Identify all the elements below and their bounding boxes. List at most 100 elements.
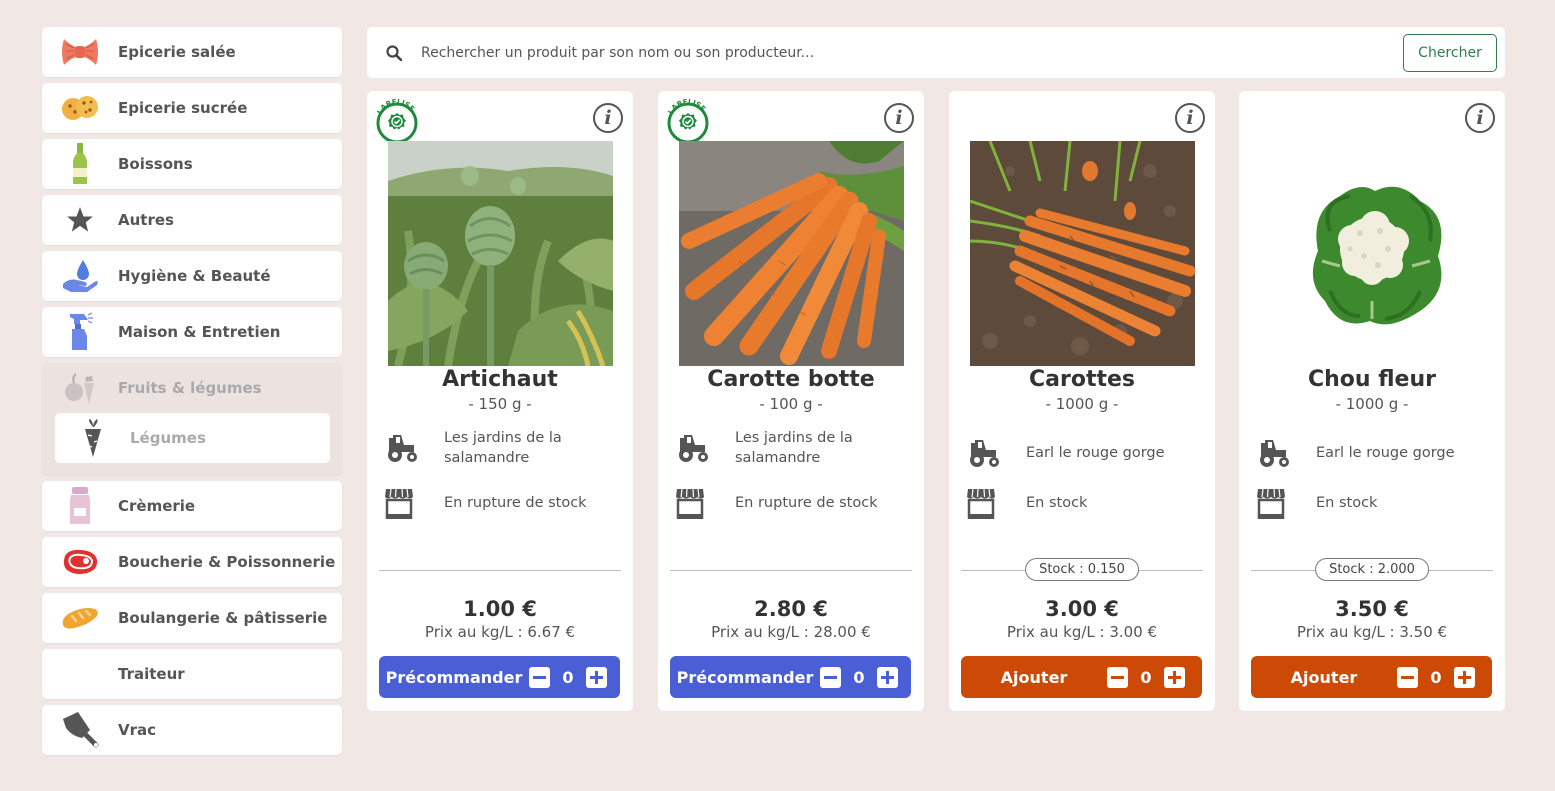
product-name: Chou fleur — [1308, 367, 1436, 392]
category-vrac[interactable]: Vrac — [42, 705, 342, 755]
category-maison-entretien[interactable]: Maison & Entretien — [42, 307, 342, 357]
producer-row: Les jardins de la salamandre — [384, 428, 614, 468]
preorder-bar: Précommander 0 — [379, 656, 620, 698]
decrease-quantity-button[interactable] — [1397, 666, 1418, 688]
product-weight: - 1000 g - — [1045, 395, 1119, 413]
labelise-badge-icon: LABELISE — [664, 95, 712, 147]
preorder-button[interactable]: Précommander — [670, 668, 820, 687]
product-price: 3.50 € — [1335, 597, 1409, 621]
stock-status: En stock — [1316, 495, 1378, 511]
category-autres[interactable]: Autres — [42, 195, 342, 245]
product-name: Carotte botte — [707, 367, 875, 392]
product-image — [388, 141, 613, 366]
decrease-quantity-button[interactable] — [1107, 666, 1128, 688]
category-label: Boulangerie & pâtisserie — [118, 609, 328, 627]
product-price: 1.00 € — [463, 597, 537, 621]
category-label: Traiteur — [118, 665, 185, 683]
subcategory-label: Légumes — [130, 429, 206, 447]
shop-icon — [966, 487, 1026, 519]
price-per-kg: Prix au kg/L : 3.50 € — [1296, 623, 1448, 641]
category-fruits-legumes-header[interactable]: Fruits & légumes — [42, 363, 342, 413]
shop-icon — [384, 487, 444, 519]
price-per-kg: Prix au kg/L : 28.00 € — [711, 623, 871, 641]
stock-quantity-badge: Stock : 2.000 — [1315, 558, 1429, 581]
quantity-value: 0 — [1140, 667, 1152, 687]
category-epicerie-sucree[interactable]: Epicerie sucrée — [42, 83, 342, 133]
tractor-icon — [966, 438, 1026, 468]
star-icon — [42, 206, 118, 234]
product-card: LABELISE i Carotte botte - 100 g - Les j… — [658, 91, 924, 711]
increase-quantity-button[interactable] — [586, 666, 607, 688]
product-image — [679, 141, 904, 366]
preorder-button[interactable]: Précommander — [379, 668, 529, 687]
increase-quantity-button[interactable] — [1164, 666, 1185, 688]
category-sidebar: Epicerie salée Epicerie sucrée Boissons — [42, 27, 342, 761]
increase-quantity-button[interactable] — [1454, 666, 1475, 688]
shop-icon — [1256, 487, 1316, 519]
minus-icon — [1401, 675, 1414, 679]
category-label: Boucherie & Poissonnerie — [118, 553, 336, 571]
category-traiteur[interactable]: Traiteur — [42, 649, 342, 699]
product-weight: - 1000 g - — [1335, 395, 1409, 413]
product-card: i Carottes - 1000 g - Earl le rouge gorg… — [949, 91, 1215, 711]
add-to-cart-bar: Ajouter 0 — [961, 656, 1202, 698]
producer-row: Les jardins de la salamandre — [675, 428, 905, 468]
quantity-value: 0 — [853, 667, 865, 687]
minus-icon — [533, 675, 546, 679]
add-to-cart-button[interactable]: Ajouter — [961, 668, 1107, 687]
plus-icon — [590, 670, 603, 684]
stock-row: En stock — [966, 487, 1196, 519]
cookie-icon — [42, 93, 118, 123]
quantity-value: 0 — [1430, 667, 1442, 687]
tractor-icon — [675, 433, 735, 463]
search-bar: Chercher — [367, 27, 1505, 78]
category-fruits-legumes[interactable]: Fruits & légumes Légumes — [42, 363, 342, 475]
search-input[interactable] — [421, 44, 1403, 61]
product-price: 3.00 € — [1045, 597, 1119, 621]
category-hygiene-beaute[interactable]: Hygiène & Beauté — [42, 251, 342, 301]
info-icon[interactable]: i — [884, 103, 914, 133]
carrot-icon — [55, 418, 130, 458]
category-boissons[interactable]: Boissons — [42, 139, 342, 189]
stock-status: En rupture de stock — [444, 495, 587, 511]
increase-quantity-button[interactable] — [877, 666, 898, 688]
info-icon[interactable]: i — [1465, 103, 1495, 133]
search-button[interactable]: Chercher — [1403, 33, 1497, 72]
category-label: Vrac — [118, 721, 157, 739]
preorder-bar: Précommander 0 — [670, 656, 911, 698]
category-epicerie-salee[interactable]: Epicerie salée — [42, 27, 342, 77]
category-boucherie-poissonnerie[interactable]: Boucherie & Poissonnerie — [42, 537, 342, 587]
plus-icon — [1458, 670, 1471, 684]
product-weight: - 100 g - — [759, 395, 823, 413]
quantity-value: 0 — [562, 667, 574, 687]
product-image — [970, 141, 1195, 366]
producer-row: Earl le rouge gorge — [1256, 438, 1486, 468]
category-cremerie[interactable]: Crèmerie — [42, 481, 342, 531]
info-icon[interactable]: i — [1175, 103, 1205, 133]
water-drop-hand-icon — [42, 258, 118, 294]
category-label: Hygiène & Beauté — [118, 267, 271, 285]
category-boulangerie-patisserie[interactable]: Boulangerie & pâtisserie — [42, 593, 342, 643]
decrease-quantity-button[interactable] — [820, 666, 841, 688]
category-label: Maison & Entretien — [118, 323, 281, 341]
category-label: Epicerie salée — [118, 43, 236, 61]
category-label: Autres — [118, 211, 174, 229]
tractor-icon — [1256, 438, 1316, 468]
spray-bottle-icon — [42, 312, 118, 352]
product-weight: - 150 g - — [468, 395, 532, 413]
category-label: Epicerie sucrée — [118, 99, 248, 117]
bottle-icon — [42, 142, 118, 186]
subcategory-legumes[interactable]: Légumes — [55, 413, 330, 463]
stock-status: En stock — [1026, 495, 1088, 511]
product-card: LABELISE i Artichaut - 150 g - Les jardi… — [367, 91, 633, 711]
plus-icon — [881, 670, 894, 684]
labelise-badge-icon: LABELISE — [373, 95, 421, 147]
product-card: i Chou fleur - 1000 g - Earl le rouge go… — [1239, 91, 1505, 711]
bread-icon — [42, 605, 118, 631]
product-price: 2.80 € — [754, 597, 828, 621]
add-to-cart-button[interactable]: Ajouter — [1251, 668, 1397, 687]
producer-name: Les jardins de la salamandre — [735, 430, 853, 466]
decrease-quantity-button[interactable] — [529, 666, 550, 688]
product-name: Artichaut — [442, 367, 558, 392]
info-icon[interactable]: i — [593, 103, 623, 133]
